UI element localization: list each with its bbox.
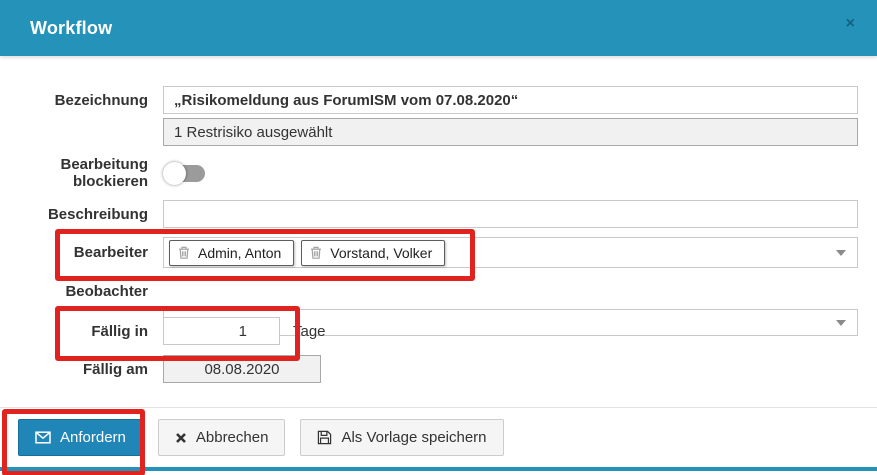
faellig-am-readonly-field: 08.08.2020 xyxy=(163,355,321,383)
faellig-in-unit: Tage xyxy=(293,317,326,345)
als-vorlage-speichern-button[interactable]: Als Vorlage speichern xyxy=(300,419,503,456)
x-icon xyxy=(175,432,187,444)
abbrechen-label: Abbrechen xyxy=(196,429,269,446)
bearbeiter-dropdown[interactable]: Admin, Anton Vorstand, Volker xyxy=(163,237,858,268)
bearbeiter-chip[interactable]: Admin, Anton xyxy=(169,240,294,266)
faellig-am-label: Fällig am xyxy=(0,355,148,383)
abbrechen-button[interactable]: Abbrechen xyxy=(158,419,286,456)
bearbeiter-label: Bearbeiter xyxy=(0,237,148,268)
chip-label: Vorstand, Volker xyxy=(330,245,432,261)
chevron-down-icon[interactable] xyxy=(836,320,846,326)
bezeichnung-input[interactable] xyxy=(163,86,858,114)
chip-label: Admin, Anton xyxy=(198,245,281,261)
bottom-accent-bar xyxy=(0,467,877,471)
footer-divider xyxy=(0,407,877,408)
beschreibung-input[interactable] xyxy=(163,200,858,228)
dialog-header: Workflow × xyxy=(0,0,877,56)
anfordern-label: Anfordern xyxy=(60,429,126,446)
restrisiko-readonly-field: 1 Restrisiko ausgewählt xyxy=(163,118,858,146)
beobachter-label: Beobachter xyxy=(0,278,148,305)
page-title: Workflow xyxy=(30,18,112,39)
bearbeiter-chip[interactable]: Vorstand, Volker xyxy=(301,240,445,266)
floppy-icon xyxy=(317,430,332,445)
vorlage-label: Als Vorlage speichern xyxy=(341,429,486,446)
footer-buttons: Anfordern Abbrechen Als Vorlage speicher… xyxy=(18,419,504,456)
faellig-in-label: Fällig in xyxy=(0,317,148,345)
bearbeitung-blockieren-label: Bearbeitung blockieren xyxy=(0,156,148,192)
workflow-dialog: Workflow × Bezeichnung 1 Restrisiko ausg… xyxy=(0,0,877,475)
toggle-knob xyxy=(163,162,186,185)
anfordern-button[interactable]: Anfordern xyxy=(18,419,143,456)
chevron-down-icon[interactable] xyxy=(836,250,846,256)
envelope-icon xyxy=(35,431,51,444)
beschreibung-label: Beschreibung xyxy=(0,200,148,228)
close-icon[interactable]: × xyxy=(846,16,855,32)
faellig-in-input[interactable] xyxy=(163,317,280,345)
bearbeitung-blockieren-toggle[interactable] xyxy=(166,165,205,182)
trash-icon[interactable] xyxy=(310,246,322,259)
bezeichnung-label: Bezeichnung xyxy=(0,86,148,114)
trash-icon[interactable] xyxy=(178,246,190,259)
